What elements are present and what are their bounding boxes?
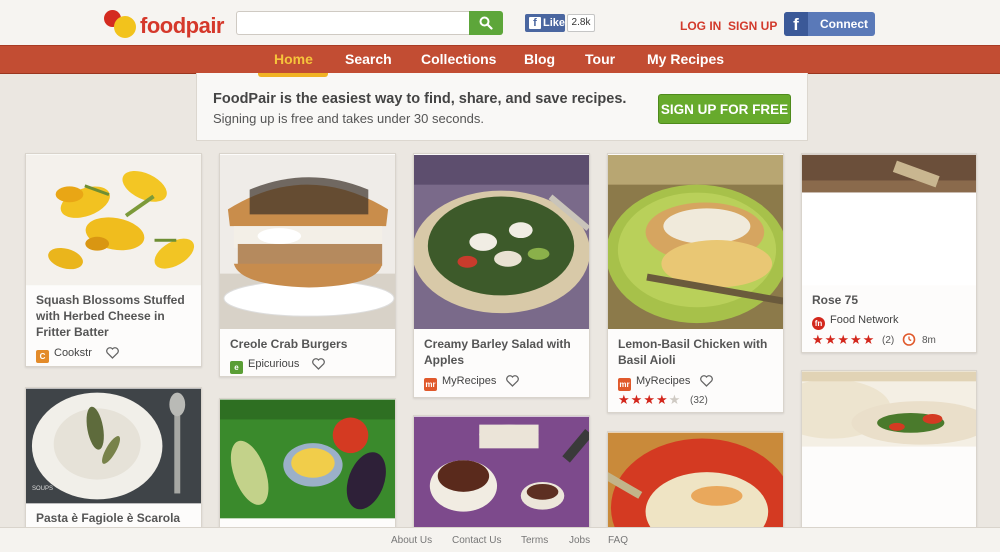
star-filled-icon: ★ [824,332,838,347]
active-nav-indicator [258,73,328,77]
source-name: MyRecipes [636,375,691,387]
image-category-badge: SOUPS [32,486,54,492]
recipe-source[interactable]: e Epicurious [230,357,300,374]
recipe-card[interactable]: Lemon-Basil Chicken with Basil Aioli mr M… [607,153,784,413]
recipe-card[interactable]: Squash Blossoms Stuffed with Herbed Chee… [25,153,202,367]
star-filled-icon: ★ [837,332,850,347]
recipe-title-line[interactable]: with Herbed Cheese in [36,308,165,324]
recipe-photo-vegetables[interactable] [220,399,395,519]
nav-blog[interactable]: Blog [524,51,555,67]
signup-banner: FoodPair is the easiest way to find, sha… [196,73,808,141]
recipe-card[interactable] [413,415,590,540]
recipe-photo-barley-salad[interactable] [414,154,589,330]
recipe-photo-squash-blossoms[interactable] [26,154,201,286]
signup-link[interactable]: SIGN UP [728,19,777,33]
heart-icon[interactable] [700,375,713,387]
nav-my-recipes[interactable]: My Recipes [647,51,724,67]
recipe-card[interactable]: SOUPS Pasta è Fagiole è Scarola [25,387,202,537]
logo-lemon-shape [114,16,136,38]
star-filled-icon: ★ [655,392,669,407]
star-filled-icon: ★ [630,392,644,407]
clock-icon [902,333,916,346]
source-name: MyRecipes [442,375,497,387]
search-icon [479,16,493,30]
login-link[interactable]: LOG IN [680,19,721,33]
recipe-card[interactable] [801,370,977,538]
star-filled-icon: ★ [812,332,825,347]
source-name: Epicurious [248,358,300,370]
star-rating: ★★★★★ [618,392,682,407]
nav-search[interactable]: Search [345,51,392,67]
rating-count: (32) [690,395,708,406]
star-filled-icon: ★ [862,332,876,347]
rating-count: (2) [882,335,895,346]
nav-home[interactable]: Home [274,51,313,67]
star-rating: ★★★★★ [812,332,876,347]
heart-icon[interactable] [312,358,325,370]
cook-time: 8m [922,335,936,346]
banner-headline: FoodPair is the easiest way to find, sha… [213,91,627,107]
recipe-title-line[interactable]: Creole Crab Burgers [230,336,347,352]
footer-jobs-link[interactable]: Jobs [569,535,590,546]
epicurious-icon: e [230,361,243,374]
search-input[interactable] [236,11,470,35]
facebook-connect-label: Connect [820,17,868,31]
recipe-title-line[interactable]: Rose 75 [812,292,858,308]
signup-free-button[interactable]: SIGN UP FOR FREE [658,94,791,124]
recipe-title-line[interactable]: Creamy Barley Salad with [424,336,571,352]
facebook-icon: f [529,17,541,29]
nav-tour[interactable]: Tour [585,51,615,67]
recipe-card[interactable] [607,431,784,541]
recipe-photo-rose-75[interactable] [802,154,976,286]
myrecipes-icon: mr [424,378,437,391]
facebook-connect-button[interactable]: f Connect [784,12,875,36]
heart-icon[interactable] [106,347,119,359]
facebook-like-count: 2.8k [567,14,595,32]
facebook-like-button[interactable]: f Like [525,14,565,32]
source-name: Cookstr [54,347,92,359]
recipe-title-line[interactable]: Lemon-Basil Chicken with [618,336,767,352]
recipe-source[interactable]: mr MyRecipes [424,374,497,391]
recipe-title-line[interactable]: Squash Blossoms Stuffed [36,292,185,308]
star-empty-icon: ★ [668,392,682,407]
myrecipes-icon: mr [618,378,631,391]
top-header: foodpair f Like 2.8k LOG IN SIGN UP f Con… [0,0,1000,46]
recipe-photo-crab-burgers[interactable] [220,154,395,330]
recipe-title-line[interactable]: Basil Aioli [618,352,676,368]
recipe-card[interactable]: Rose 75 fn Food Network ★★★★★ (2) 8m [801,153,977,353]
footer-about-link[interactable]: About Us [391,535,432,546]
recipe-photo-lemon-basil-chicken[interactable] [608,154,783,330]
footer-contact-link[interactable]: Contact Us [452,535,501,546]
recipe-card[interactable]: Creamy Barley Salad with Apples mr MyReci… [413,153,590,398]
source-name: Food Network [830,314,899,326]
recipe-source[interactable]: mr MyRecipes [618,374,691,391]
recipe-title-line[interactable]: Pasta è Fagiole è Scarola [36,510,180,526]
recipe-card[interactable] [219,398,396,538]
footer: About Us Contact Us Terms Jobs FAQ [0,527,1000,552]
footer-faq-link[interactable]: FAQ [608,535,628,546]
search-button[interactable] [469,11,503,35]
main-nav: Home Search Collections Blog Tour My Rec… [0,45,1000,74]
recipe-card[interactable]: Creole Crab Burgers e Epicurious [219,153,396,377]
recipe-photo-shrimp-rice[interactable] [608,432,783,541]
food-network-icon: fn [812,317,825,330]
facebook-icon: f [784,12,808,36]
star-filled-icon: ★ [849,332,863,347]
recipe-photo-salad[interactable] [802,371,976,447]
star-filled-icon: ★ [643,392,656,407]
facebook-like-label: Like [543,17,566,29]
recipe-title-line[interactable]: Apples [424,352,464,368]
footer-terms-link[interactable]: Terms [521,535,548,546]
recipe-title-line[interactable]: Fritter Batter [36,324,109,340]
cookstr-icon: C [36,350,49,363]
recipe-source[interactable]: C Cookstr [36,346,92,363]
recipe-source[interactable]: fn Food Network [812,313,899,330]
logo-text: foodpair [140,13,225,38]
nav-collections[interactable]: Collections [421,51,496,67]
foodpair-logo[interactable]: foodpair [104,8,225,40]
heart-icon[interactable] [506,375,519,387]
banner-subtext: Signing up is free and takes under 30 se… [213,111,485,126]
star-filled-icon: ★ [618,392,631,407]
recipe-photo-chocolate-dessert[interactable] [414,416,589,540]
